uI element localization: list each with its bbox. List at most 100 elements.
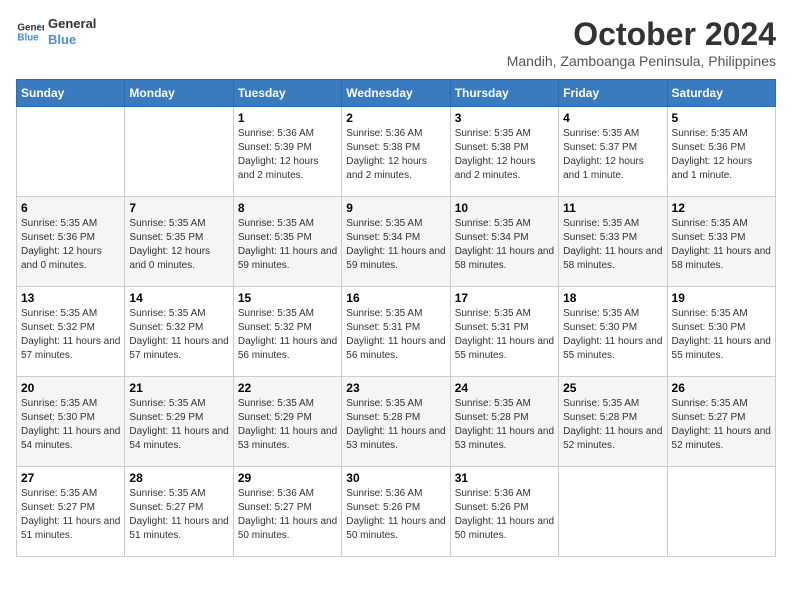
calendar-cell: 20Sunrise: 5:35 AMSunset: 5:30 PMDayligh…	[17, 377, 125, 467]
day-info: Sunrise: 5:35 AMSunset: 5:30 PMDaylight:…	[21, 397, 120, 453]
day-info: Sunrise: 5:35 AMSunset: 5:36 PMDaylight:…	[21, 217, 120, 273]
calendar-cell: 28Sunrise: 5:35 AMSunset: 5:27 PMDayligh…	[125, 467, 233, 557]
day-number: 25	[563, 381, 662, 395]
day-info: Sunrise: 5:35 AMSunset: 5:38 PMDaylight:…	[455, 127, 554, 183]
day-number: 12	[672, 201, 771, 215]
day-number: 19	[672, 291, 771, 305]
calendar-cell: 9 Sunrise: 5:35 AMSunset: 5:34 PMDaylight…	[342, 197, 450, 287]
calendar-cell: 26Sunrise: 5:35 AMSunset: 5:27 PMDayligh…	[667, 377, 775, 467]
logo-icon: General Blue	[16, 18, 44, 46]
day-number: 30	[346, 471, 445, 485]
day-number: 17	[455, 291, 554, 305]
header-monday: Monday	[125, 80, 233, 107]
calendar-cell: 29Sunrise: 5:36 AMSunset: 5:27 PMDayligh…	[233, 467, 341, 557]
calendar-cell: 13 Sunrise: 5:35 AMSunset: 5:32 PMDayligh…	[17, 287, 125, 377]
calendar-cell: 3 Sunrise: 5:35 AMSunset: 5:38 PMDaylight…	[450, 107, 558, 197]
day-info: Sunrise: 5:35 AMSunset: 5:34 PMDaylight:…	[455, 217, 554, 273]
calendar-cell: 14Sunrise: 5:35 AMSunset: 5:32 PMDayligh…	[125, 287, 233, 377]
calendar-cell	[125, 107, 233, 197]
logo-text-blue: Blue	[48, 32, 96, 48]
calendar-cell: 27Sunrise: 5:35 AMSunset: 5:27 PMDayligh…	[17, 467, 125, 557]
calendar-cell: 11 Sunrise: 5:35 AMSunset: 5:33 PMDayligh…	[559, 197, 667, 287]
day-info: Sunrise: 5:35 AMSunset: 5:31 PMDaylight:…	[455, 307, 554, 363]
calendar-week-5: 27Sunrise: 5:35 AMSunset: 5:27 PMDayligh…	[17, 467, 776, 557]
calendar-cell: 1 Sunrise: 5:36 AMSunset: 5:39 PMDaylight…	[233, 107, 341, 197]
day-number: 2	[346, 111, 445, 125]
calendar-cell: 19 Sunrise: 5:35 AMSunset: 5:30 PMDayligh…	[667, 287, 775, 377]
day-number: 22	[238, 381, 337, 395]
day-info: Sunrise: 5:35 AMSunset: 5:34 PMDaylight:…	[346, 217, 445, 273]
day-number: 1	[238, 111, 337, 125]
day-number: 28	[129, 471, 228, 485]
calendar-week-1: 1 Sunrise: 5:36 AMSunset: 5:39 PMDaylight…	[17, 107, 776, 197]
calendar-table: SundayMondayTuesdayWednesdayThursdayFrid…	[16, 79, 776, 557]
calendar-cell: 10 Sunrise: 5:35 AMSunset: 5:34 PMDayligh…	[450, 197, 558, 287]
day-info: Sunrise: 5:35 AMSunset: 5:31 PMDaylight:…	[346, 307, 445, 363]
logo-text-general: General	[48, 16, 96, 32]
calendar-cell	[559, 467, 667, 557]
day-info: Sunrise: 5:35 AMSunset: 5:37 PMDaylight:…	[563, 127, 662, 183]
calendar-cell: 21 Sunrise: 5:35 AMSunset: 5:29 PMDayligh…	[125, 377, 233, 467]
day-info: Sunrise: 5:35 AMSunset: 5:28 PMDaylight:…	[455, 397, 554, 453]
calendar-week-2: 6 Sunrise: 5:35 AMSunset: 5:36 PMDaylight…	[17, 197, 776, 287]
day-info: Sunrise: 5:35 AMSunset: 5:29 PMDaylight:…	[129, 397, 228, 453]
day-info: Sunrise: 5:35 AMSunset: 5:28 PMDaylight:…	[346, 397, 445, 453]
day-number: 16	[346, 291, 445, 305]
header-saturday: Saturday	[667, 80, 775, 107]
calendar-cell: 22Sunrise: 5:35 AMSunset: 5:29 PMDayligh…	[233, 377, 341, 467]
day-info: Sunrise: 5:35 AMSunset: 5:33 PMDaylight:…	[563, 217, 662, 273]
day-number: 23	[346, 381, 445, 395]
day-info: Sunrise: 5:35 AMSunset: 5:36 PMDaylight:…	[672, 127, 771, 183]
day-info: Sunrise: 5:35 AMSunset: 5:35 PMDaylight:…	[129, 217, 228, 273]
day-number: 3	[455, 111, 554, 125]
day-info: Sunrise: 5:35 AMSunset: 5:32 PMDaylight:…	[21, 307, 120, 363]
calendar-week-3: 13 Sunrise: 5:35 AMSunset: 5:32 PMDayligh…	[17, 287, 776, 377]
day-info: Sunrise: 5:35 AMSunset: 5:32 PMDaylight:…	[238, 307, 337, 363]
calendar-week-4: 20Sunrise: 5:35 AMSunset: 5:30 PMDayligh…	[17, 377, 776, 467]
day-number: 18	[563, 291, 662, 305]
day-number: 6	[21, 201, 120, 215]
header-friday: Friday	[559, 80, 667, 107]
month-title: October 2024	[507, 16, 776, 53]
calendar-cell: 4 Sunrise: 5:35 AMSunset: 5:37 PMDaylight…	[559, 107, 667, 197]
day-number: 10	[455, 201, 554, 215]
location-subtitle: Mandih, Zamboanga Peninsula, Philippines	[507, 53, 776, 69]
day-info: Sunrise: 5:35 AMSunset: 5:33 PMDaylight:…	[672, 217, 771, 273]
day-info: Sunrise: 5:35 AMSunset: 5:32 PMDaylight:…	[129, 307, 228, 363]
day-info: Sunrise: 5:35 AMSunset: 5:30 PMDaylight:…	[672, 307, 771, 363]
day-info: Sunrise: 5:36 AMSunset: 5:26 PMDaylight:…	[455, 487, 554, 543]
day-info: Sunrise: 5:35 AMSunset: 5:30 PMDaylight:…	[563, 307, 662, 363]
calendar-cell: 30Sunrise: 5:36 AMSunset: 5:26 PMDayligh…	[342, 467, 450, 557]
day-number: 27	[21, 471, 120, 485]
day-number: 29	[238, 471, 337, 485]
logo: General Blue General Blue	[16, 16, 96, 47]
title-block: October 2024 Mandih, Zamboanga Peninsula…	[507, 16, 776, 69]
day-number: 4	[563, 111, 662, 125]
day-number: 15	[238, 291, 337, 305]
calendar-cell: 15 Sunrise: 5:35 AMSunset: 5:32 PMDayligh…	[233, 287, 341, 377]
svg-text:Blue: Blue	[17, 32, 39, 43]
calendar-cell: 17 Sunrise: 5:35 AMSunset: 5:31 PMDayligh…	[450, 287, 558, 377]
day-number: 11	[563, 201, 662, 215]
day-info: Sunrise: 5:35 AMSunset: 5:35 PMDaylight:…	[238, 217, 337, 273]
day-info: Sunrise: 5:36 AMSunset: 5:39 PMDaylight:…	[238, 127, 337, 183]
day-number: 8	[238, 201, 337, 215]
calendar-cell: 6 Sunrise: 5:35 AMSunset: 5:36 PMDaylight…	[17, 197, 125, 287]
day-number: 13	[21, 291, 120, 305]
calendar-cell: 25 Sunrise: 5:35 AMSunset: 5:28 PMDayligh…	[559, 377, 667, 467]
day-number: 9	[346, 201, 445, 215]
calendar-cell: 24Sunrise: 5:35 AMSunset: 5:28 PMDayligh…	[450, 377, 558, 467]
calendar-cell	[17, 107, 125, 197]
day-info: Sunrise: 5:35 AMSunset: 5:28 PMDaylight:…	[563, 397, 662, 453]
calendar-cell: 12 Sunrise: 5:35 AMSunset: 5:33 PMDayligh…	[667, 197, 775, 287]
header-wednesday: Wednesday	[342, 80, 450, 107]
day-info: Sunrise: 5:36 AMSunset: 5:38 PMDaylight:…	[346, 127, 445, 183]
day-number: 7	[129, 201, 228, 215]
day-number: 5	[672, 111, 771, 125]
calendar-cell: 7 Sunrise: 5:35 AMSunset: 5:35 PMDaylight…	[125, 197, 233, 287]
day-number: 21	[129, 381, 228, 395]
calendar-cell: 16 Sunrise: 5:35 AMSunset: 5:31 PMDayligh…	[342, 287, 450, 377]
calendar-cell: 5 Sunrise: 5:35 AMSunset: 5:36 PMDaylight…	[667, 107, 775, 197]
header-sunday: Sunday	[17, 80, 125, 107]
calendar-cell: 31Sunrise: 5:36 AMSunset: 5:26 PMDayligh…	[450, 467, 558, 557]
